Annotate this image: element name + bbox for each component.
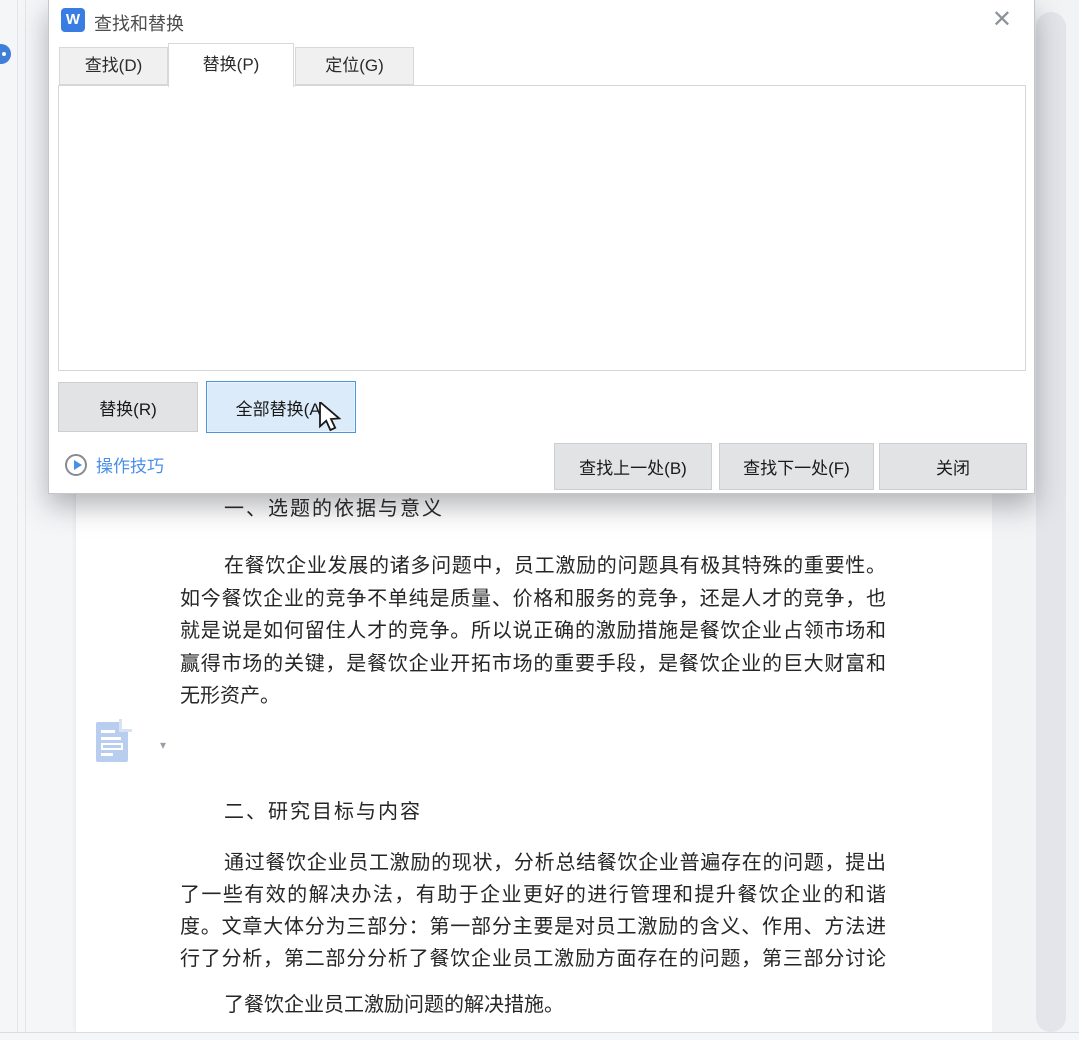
- doc-line: 行了分析，第二部分分析了餐饮企业员工激励方面存在的问题，第三部分讨论: [180, 942, 886, 970]
- dialog-title: 查找和替换: [94, 10, 184, 36]
- paste-options-dropdown-icon[interactable]: ▾: [160, 738, 166, 753]
- tab-find[interactable]: 查找(D): [59, 47, 168, 85]
- find-replace-dialog: W 查找和替换 ✕ 查找(D) 替换(P) 定位(G) 查找内容(N): 选项:…: [48, 0, 1035, 494]
- doc-line: 通过餐饮企业员工激励的现状，分析总结餐饮企业普遍存在的问题，提出: [224, 846, 886, 874]
- panel-divider: [17, 0, 18, 1032]
- form-groupbox: [58, 85, 1026, 371]
- paste-options-icon[interactable]: [96, 722, 128, 762]
- doc-line: 赢得市场的关键，是餐饮企业开拓市场的重要手段，是餐饮企业的巨大财富和: [180, 647, 886, 675]
- wps-writer-icon: W: [61, 8, 85, 32]
- close-button[interactable]: 关闭: [879, 443, 1027, 490]
- scrollbar-thumb[interactable]: [1036, 12, 1066, 1032]
- doc-line: 了餐饮企业员工激励问题的解决措施。: [224, 988, 886, 1016]
- tips-link[interactable]: 操作技巧: [65, 452, 164, 477]
- find-previous-button[interactable]: 查找上一处(B): [554, 443, 712, 490]
- status-bar: [0, 1032, 1079, 1040]
- close-icon[interactable]: ✕: [992, 6, 1012, 34]
- replace-button[interactable]: 替换(R): [58, 382, 198, 432]
- doc-line: 无形资产。: [180, 679, 886, 707]
- tab-goto[interactable]: 定位(G): [295, 47, 414, 85]
- doc-line: 就是说是如何留住人才的竞争。所以说正确的激励措施是餐饮企业占领市场和: [180, 614, 886, 642]
- screen: 一、选题的依据与意义 在餐饮企业发展的诸多问题中，员工激励的问题具有极其特殊的重…: [0, 0, 1079, 1040]
- doc-heading-2: 二、研究目标与内容: [224, 795, 422, 824]
- panel-divider: [25, 0, 26, 1032]
- play-icon: [65, 454, 87, 476]
- find-next-button[interactable]: 查找下一处(F): [719, 443, 874, 490]
- doc-line: 如今餐饮企业的竞争不单纯是质量、价格和服务的竞争，还是人才的竞争，也: [180, 582, 886, 610]
- doc-line: 度。文章大体分为三部分：第一部分主要是对员工激励的含义、作用、方法进: [180, 910, 886, 938]
- tab-replace[interactable]: 替换(P): [168, 43, 294, 87]
- tips-label: 操作技巧: [96, 452, 164, 477]
- doc-line: 了一些有效的解决办法，有助于企业更好的进行管理和提升餐饮企业的和谐: [180, 878, 886, 906]
- doc-line: 在餐饮企业发展的诸多问题中，员工激励的问题具有极其特殊的重要性。: [224, 549, 886, 577]
- mouse-cursor: [318, 402, 344, 437]
- doc-heading-1: 一、选题的依据与意义: [224, 492, 444, 521]
